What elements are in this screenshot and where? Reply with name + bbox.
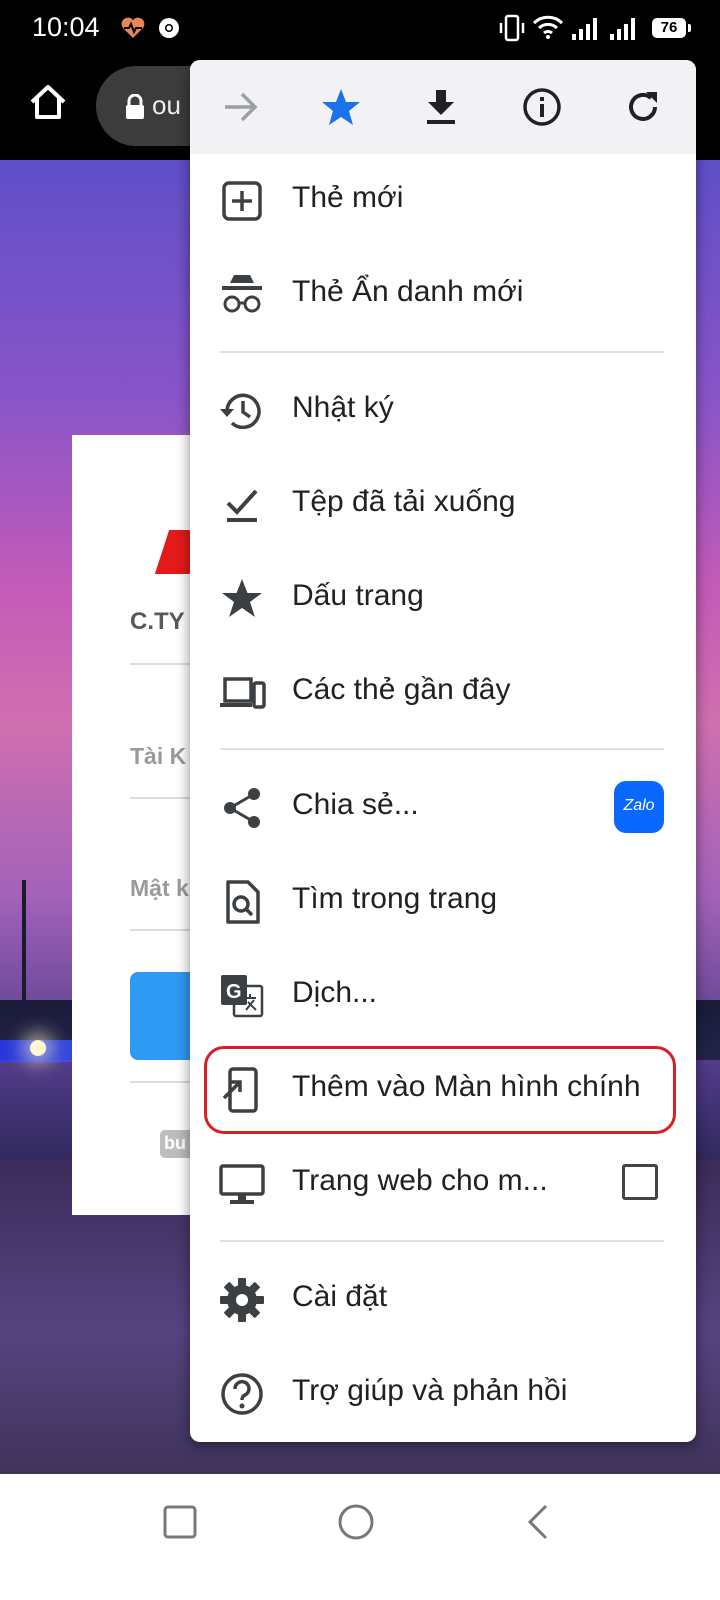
zalo-share-icon[interactable]: Zalo bbox=[614, 781, 664, 833]
menu-item-label: Tệp đã tải xuống bbox=[292, 485, 516, 518]
recent-apps-icon[interactable] bbox=[160, 1502, 200, 1542]
menu-item-label: Thẻ Ẩn danh mới bbox=[292, 275, 524, 308]
menu-item-desktop-site[interactable]: Trang web cho m... bbox=[190, 1137, 696, 1231]
wifi-icon bbox=[532, 15, 564, 39]
bookmark-star-icon[interactable] bbox=[316, 82, 366, 132]
signal-icon bbox=[572, 18, 597, 40]
menu-item-label: Nhật ký bbox=[292, 391, 394, 424]
menu-item-settings[interactable]: Cài đặt bbox=[190, 1253, 696, 1347]
menu-divider bbox=[220, 1240, 664, 1242]
menu-item-label: Các thẻ gần đây bbox=[292, 673, 511, 706]
info-icon[interactable] bbox=[517, 82, 567, 132]
menu-divider bbox=[220, 351, 664, 353]
share-icon bbox=[224, 788, 260, 828]
menu-top-row bbox=[190, 60, 696, 154]
company-name: C.TY bbox=[130, 608, 185, 635]
refresh-icon[interactable] bbox=[618, 82, 668, 132]
health-icon bbox=[121, 17, 145, 38]
password-label[interactable]: Mật k bbox=[130, 875, 189, 902]
translate-icon: G bbox=[221, 975, 264, 1018]
find-in-page-icon bbox=[226, 880, 260, 924]
menu-item-help[interactable]: Trợ giúp và phản hồi bbox=[190, 1347, 696, 1441]
settings-icon bbox=[220, 1278, 264, 1322]
menu-divider bbox=[220, 748, 664, 750]
status-time: 10:04 bbox=[32, 12, 100, 42]
system-nav-bar bbox=[0, 1474, 720, 1600]
menu-item-label: Tìm trong trang bbox=[292, 882, 498, 915]
menu-item-label: Dấu trang bbox=[292, 579, 424, 612]
menu-item-find-in-page[interactable]: Tìm trong trang bbox=[190, 855, 696, 949]
desktop-site-checkbox[interactable] bbox=[622, 1164, 658, 1200]
history-icon bbox=[220, 393, 261, 430]
chrome-overflow-menu: Thẻ mới Thẻ Ẩn danh mới Nhật ký Tệp đã t… bbox=[190, 60, 696, 1442]
chrome-icon bbox=[159, 18, 179, 38]
menu-item-label: Thẻ mới bbox=[292, 181, 404, 214]
menu-item-downloads[interactable]: Tệp đã tải xuống bbox=[190, 458, 696, 552]
battery-indicator: 76 bbox=[652, 18, 691, 38]
downloads-icon bbox=[226, 489, 258, 522]
recent-tabs-icon bbox=[220, 677, 266, 709]
menu-item-label: Dịch... bbox=[292, 976, 378, 1009]
status-bar: 10:04 76 bbox=[0, 0, 720, 60]
menu-item-label: Cài đặt bbox=[292, 1280, 388, 1313]
vibrate-icon bbox=[499, 14, 525, 42]
highlight-annotation bbox=[204, 1046, 676, 1134]
home-icon[interactable] bbox=[26, 80, 70, 124]
menu-item-recent-tabs[interactable]: Các thẻ gần đây bbox=[190, 646, 696, 740]
username-label[interactable]: Tài K bbox=[130, 743, 186, 770]
svg-text:G: G bbox=[226, 981, 242, 1003]
lock-icon bbox=[126, 94, 144, 119]
street-lamp bbox=[22, 880, 26, 1000]
lamp-glow bbox=[30, 1040, 46, 1056]
menu-item-incognito[interactable]: Thẻ Ẩn danh mới bbox=[190, 248, 696, 342]
menu-item-label: Trợ giúp và phản hồi bbox=[292, 1374, 568, 1407]
menu-item-new-tab[interactable]: Thẻ mới bbox=[190, 154, 696, 248]
desktop-site-icon bbox=[219, 1164, 265, 1204]
url-text: ou bbox=[152, 90, 181, 120]
new-tab-icon bbox=[222, 181, 262, 221]
help-icon bbox=[221, 1373, 263, 1415]
home-nav-icon[interactable] bbox=[336, 1502, 376, 1542]
menu-item-translate[interactable]: G Dịch... bbox=[190, 949, 696, 1043]
menu-item-label: Chia sẻ... bbox=[292, 788, 419, 821]
bookmarks-icon bbox=[222, 579, 262, 617]
download-icon[interactable] bbox=[416, 82, 466, 132]
incognito-icon bbox=[222, 275, 262, 313]
menu-item-label: Trang web cho m... bbox=[292, 1164, 548, 1197]
signal-icon-2 bbox=[610, 18, 635, 40]
menu-item-share[interactable]: Chia sẻ... Zalo bbox=[190, 761, 696, 855]
menu-item-bookmarks[interactable]: Dấu trang bbox=[190, 552, 696, 646]
menu-item-history[interactable]: Nhật ký bbox=[190, 364, 696, 458]
forward-icon[interactable] bbox=[216, 82, 266, 132]
back-icon[interactable] bbox=[518, 1502, 558, 1542]
